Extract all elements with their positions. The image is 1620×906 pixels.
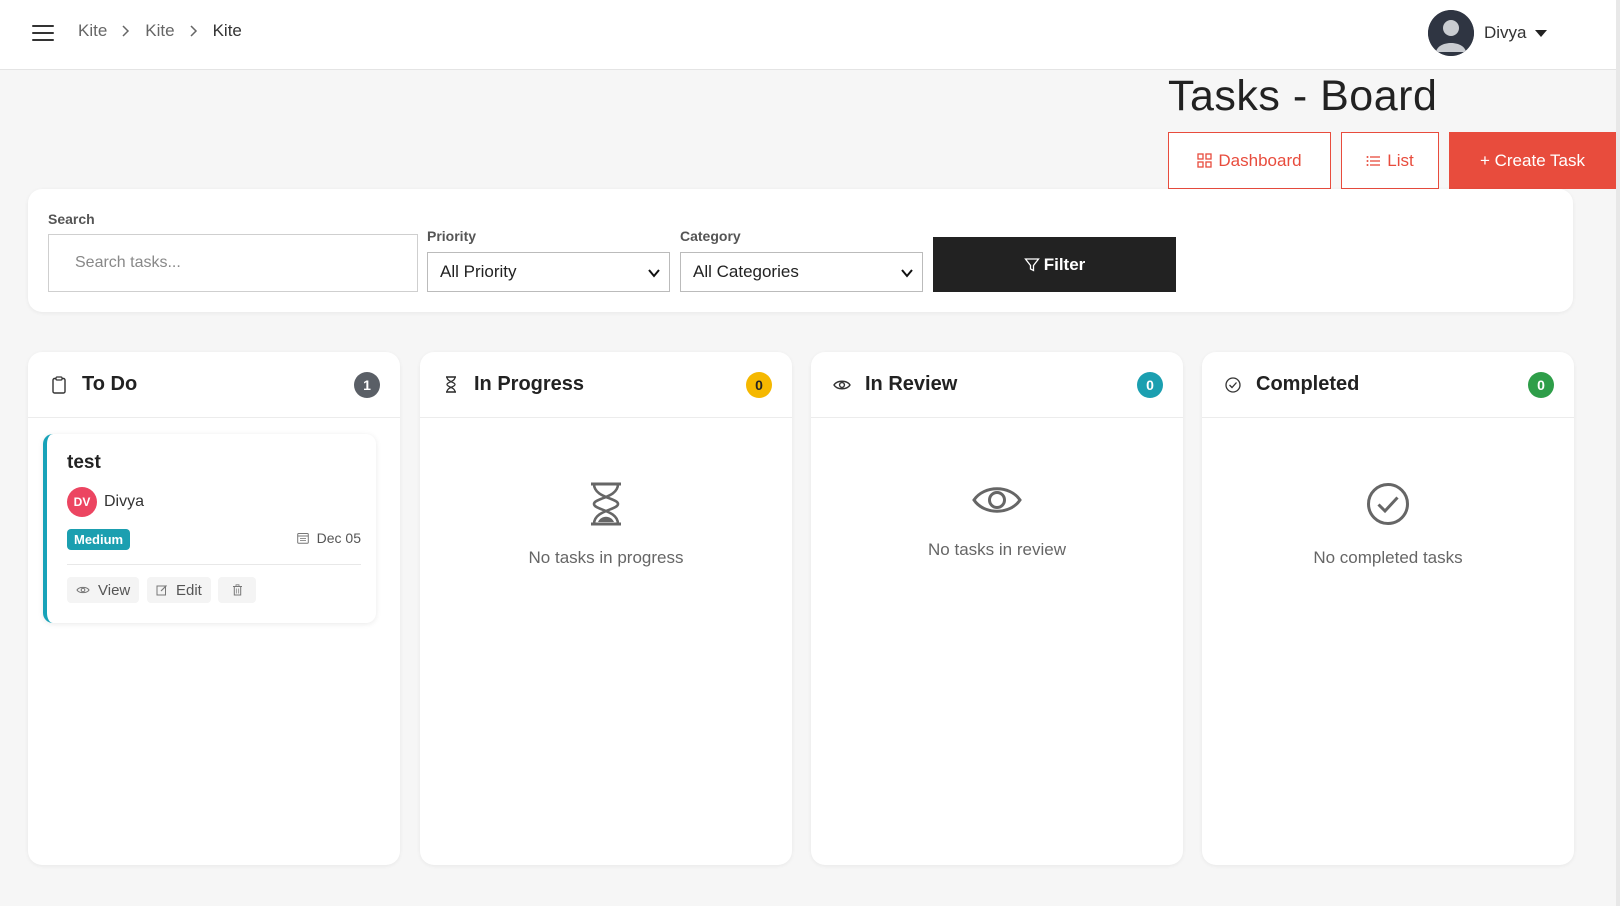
create-task-label: + Create Task [1479, 150, 1586, 170]
breadcrumb: Kite Kite Kite [78, 21, 242, 41]
priority-select[interactable]: All Priority [427, 252, 670, 292]
empty-state-text: No tasks in review [928, 540, 1066, 559]
assignee-name: Divya [104, 493, 145, 510]
trash-icon [232, 584, 242, 596]
column-header: In Progress 0 [420, 352, 792, 418]
task-card[interactable]: test DV Divya Medium Dec 05 View Edit [43, 434, 376, 623]
eye-icon [76, 586, 90, 594]
empty-state: No completed tasks [1202, 482, 1574, 568]
hourglass-icon [442, 376, 460, 394]
filter-label: Filter [1043, 254, 1086, 274]
hourglass-icon [591, 482, 621, 526]
eye-icon [972, 487, 1022, 513]
category-select[interactable]: All Categories [680, 252, 923, 292]
chevron-right-icon [122, 25, 130, 37]
chevron-right-icon [190, 25, 197, 37]
top-navbar: Kite Kite Kite Divya [0, 0, 1616, 70]
edit-task-button[interactable]: Edit [147, 577, 211, 603]
breadcrumb-item-current: Kite [212, 21, 242, 40]
breadcrumb-item[interactable]: Kite [145, 21, 174, 41]
empty-state-text: No tasks in progress [528, 548, 684, 567]
column-in-review: In Review 0 No tasks in review [811, 352, 1183, 865]
user-menu[interactable]: Divya [1428, 10, 1547, 56]
avatar [1428, 10, 1474, 56]
chevron-down-icon [901, 269, 913, 278]
edit-icon [156, 585, 167, 596]
empty-state: No tasks in review [811, 482, 1183, 560]
task-title: test [67, 452, 101, 473]
column-title: Completed [1256, 373, 1360, 395]
column-header: In Review 0 [811, 352, 1183, 418]
column-title: In Review [865, 373, 958, 395]
column-in-progress: In Progress 0 No tasks in progress [420, 352, 792, 865]
view-task-button[interactable]: View [67, 577, 140, 603]
priority-badge: Medium [67, 529, 131, 550]
filter-button[interactable]: Filter [933, 237, 1176, 292]
scrollbar-track [1616, 0, 1620, 906]
user-silhouette-icon [1428, 10, 1474, 56]
search-input[interactable] [48, 234, 418, 292]
count-badge: 1 [354, 372, 380, 398]
list-view-button[interactable]: List [1341, 132, 1439, 189]
empty-state: No tasks in progress [420, 482, 792, 568]
page-title: Tasks - Board [1168, 72, 1438, 120]
search-label: Search [48, 211, 95, 227]
check-circle-icon [1367, 483, 1409, 525]
hamburger-menu-icon[interactable] [32, 25, 54, 41]
breadcrumb-item[interactable]: Kite [78, 21, 107, 41]
list-icon [1366, 155, 1381, 166]
category-select-value: All Categories [693, 262, 799, 281]
chevron-down-icon [648, 269, 660, 278]
create-task-button[interactable]: + Create Task [1449, 132, 1616, 189]
delete-task-button[interactable] [218, 577, 256, 603]
calendar-icon [296, 533, 309, 544]
dashboard-button[interactable]: Dashboard [1168, 132, 1331, 189]
empty-state-text: No completed tasks [1313, 548, 1463, 567]
caret-down-icon [1534, 29, 1547, 37]
user-name: Divya [1484, 23, 1527, 42]
check-circle-icon [1224, 376, 1242, 394]
column-todo: To Do 1 test DV Divya Medium Dec 05 View… [28, 352, 400, 865]
column-header: Completed 0 [1202, 352, 1574, 418]
due-date: Dec 05 [296, 530, 361, 546]
count-badge: 0 [1528, 372, 1554, 398]
clipboard-icon [50, 375, 68, 394]
column-title: In Progress [474, 373, 585, 395]
funnel-icon [1023, 257, 1040, 272]
due-date-text: Dec 05 [316, 530, 361, 546]
edit-label: Edit [176, 581, 202, 599]
column-title: To Do [82, 373, 138, 395]
grid-icon [1197, 153, 1213, 168]
priority-select-value: All Priority [440, 262, 517, 281]
view-label: View [98, 581, 131, 599]
dashboard-label: Dashboard [1218, 150, 1302, 170]
column-header: To Do 1 [28, 352, 400, 418]
filter-panel: Search Priority All Priority Category Al… [28, 189, 1573, 312]
eye-icon [833, 376, 851, 394]
priority-label: Priority [427, 228, 477, 244]
count-badge: 0 [746, 372, 772, 398]
column-completed: Completed 0 No completed tasks [1202, 352, 1574, 865]
assignee-avatar: DV [67, 487, 97, 517]
count-badge: 0 [1137, 372, 1163, 398]
category-label: Category [680, 228, 741, 244]
task-assignee: DV Divya [67, 487, 144, 517]
divider [67, 564, 361, 565]
list-label: List [1387, 150, 1414, 170]
